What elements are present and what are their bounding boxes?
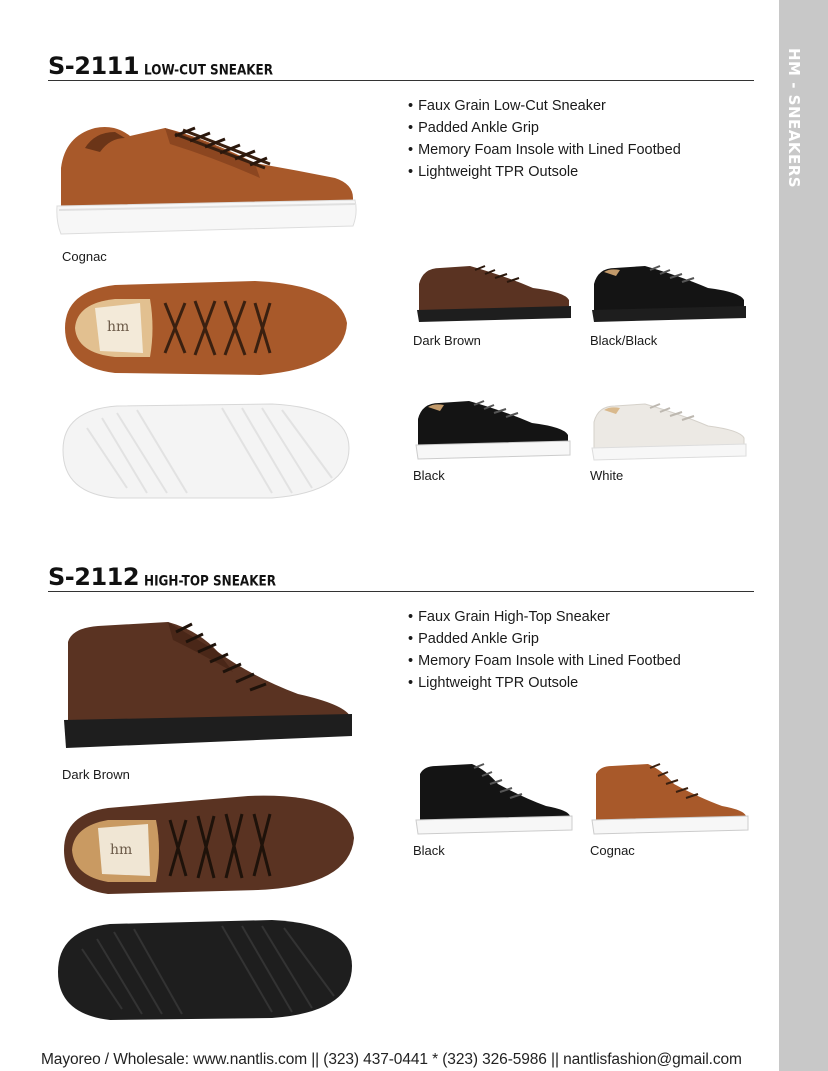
shoe-image-cognac-side: [56, 126, 357, 235]
feature-item: Faux Grain High-Top Sneaker: [408, 606, 681, 628]
product-s2112-header: S-2112 HIGH-TOP SNEAKER: [48, 563, 754, 592]
svg-text:hm: hm: [110, 842, 132, 858]
feature-item: Memory Foam Insole with Lined Footbed: [408, 650, 681, 672]
color-label: Black: [413, 843, 445, 858]
side-tab: HM - SNEAKERS: [779, 0, 828, 1071]
shoe-image-cognac-high: [591, 763, 749, 835]
feature-item: Lightweight TPR Outsole: [408, 672, 681, 694]
color-label: Black: [413, 468, 445, 483]
feature-item: Padded Ankle Grip: [408, 117, 681, 139]
product-type: HIGH-TOP SNEAKER: [144, 572, 276, 590]
feature-list: Faux Grain High-Top Sneaker Padded Ankle…: [408, 606, 681, 694]
footer-contact: Mayoreo / Wholesale: www.nantlis.com || …: [41, 1051, 742, 1068]
shoe-image-black: [415, 400, 571, 460]
feature-item: Lightweight TPR Outsole: [408, 161, 681, 183]
feature-item: Faux Grain Low-Cut Sneaker: [408, 95, 681, 117]
shoe-image-dark-brown: [417, 265, 571, 322]
feature-item: Padded Ankle Grip: [408, 628, 681, 650]
color-label: Dark Brown: [413, 333, 481, 348]
shoe-image-dark-brown-top: hm: [64, 795, 354, 894]
feature-item: Memory Foam Insole with Lined Footbed: [408, 139, 681, 161]
color-label: Dark Brown: [62, 767, 130, 782]
shoe-image-cognac-sole: [62, 403, 350, 499]
product-code: S-2112: [48, 563, 140, 591]
product-type: LOW-CUT SNEAKER: [144, 61, 273, 79]
section-heading: S-2112 HIGH-TOP SNEAKER: [48, 563, 754, 592]
side-tab-label: HM - SNEAKERS: [785, 48, 803, 189]
section-heading: S-2111 LOW-CUT SNEAKER: [48, 52, 754, 81]
shoe-image-white: [591, 403, 747, 461]
color-label: White: [590, 468, 624, 483]
svg-text:hm: hm: [107, 319, 129, 335]
shoe-image-dark-brown-sole: [58, 920, 352, 1020]
shoe-image-cognac-top: hm: [65, 281, 347, 375]
color-label: Cognac: [590, 843, 635, 858]
product-s2111-header: S-2111 LOW-CUT SNEAKER: [48, 52, 754, 81]
color-label: Cognac: [62, 249, 107, 264]
color-label: Black/Black: [590, 333, 658, 348]
product-code: S-2111: [48, 52, 140, 80]
shoe-image-black-high: [415, 763, 573, 835]
shoe-image-black-black: [592, 265, 746, 322]
feature-list: Faux Grain Low-Cut Sneaker Padded Ankle …: [408, 95, 681, 183]
shoe-image-dark-brown-side: [64, 622, 352, 748]
